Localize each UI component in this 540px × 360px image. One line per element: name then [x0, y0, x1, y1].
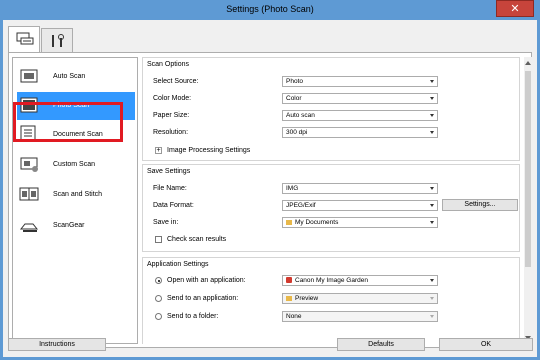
scroll-up-arrow-icon[interactable] [525, 61, 531, 65]
scan-mode-list: Auto Scan Photo Scan Document Scan Custo… [12, 57, 138, 344]
instructions-button[interactable]: Instructions [8, 338, 106, 351]
open-with-application-dropdown[interactable]: Canon My Image Garden [282, 275, 438, 286]
select-source-value: Photo [286, 78, 303, 85]
sidebar-item-scan-and-stitch[interactable]: Scan and Stitch [17, 181, 135, 209]
save-settings-section: Save Settings File Name: IMG Data Format… [142, 164, 520, 252]
send-to-folder-label: Send to a folder: [167, 313, 219, 320]
tab-bar [3, 20, 537, 53]
close-button[interactable]: ✕ [496, 0, 534, 17]
color-mode-dropdown[interactable]: Color [282, 93, 438, 104]
chevron-down-icon [430, 187, 434, 190]
scangear-icon [19, 223, 39, 232]
settings-content: Scan Options Select Source: Photo Color … [142, 57, 522, 344]
scan-settings-icon [16, 32, 34, 45]
sidebar-item-label: ScanGear [53, 222, 85, 229]
sidebar-item-label: Auto Scan [53, 73, 86, 80]
resolution-label: Resolution: [153, 129, 189, 136]
chevron-down-icon [430, 114, 434, 117]
select-source-label: Select Source: [153, 78, 199, 85]
folder-icon [286, 219, 292, 225]
save-in-dropdown[interactable]: My Documents [282, 217, 438, 228]
general-settings-tools-icon [52, 34, 64, 47]
custom-scan-icon [20, 157, 38, 172]
save-in-value: My Documents [295, 219, 339, 226]
file-name-value: IMG [286, 185, 299, 192]
settings-window: Settings (Photo Scan) ✕ Auto Scan Photo … [0, 0, 540, 360]
scan-options-section: Scan Options Select Source: Photo Color … [142, 57, 520, 161]
open-with-application-radio[interactable] [155, 277, 162, 284]
color-mode-value: Color [286, 95, 302, 102]
data-format-label: Data Format: [153, 202, 194, 209]
sidebar-item-scangear[interactable]: ScanGear [17, 212, 135, 240]
settings-panel: Auto Scan Photo Scan Document Scan Custo… [8, 52, 532, 348]
check-scan-results-label: Check scan results [167, 236, 227, 243]
save-in-label: Save in: [153, 219, 179, 226]
paper-size-dropdown[interactable]: Auto scan [282, 110, 438, 121]
photo-scan-highlight-box [13, 102, 123, 142]
chevron-down-icon [430, 80, 434, 83]
open-with-application-label: Open with an application: [167, 277, 246, 284]
auto-scan-icon [20, 69, 38, 83]
resolution-value: 300 dpi [286, 129, 308, 136]
chevron-down-icon [430, 279, 434, 282]
chevron-down-icon [430, 221, 434, 224]
data-format-value: JPEG/Exif [286, 202, 316, 209]
chevron-down-icon [430, 315, 434, 318]
color-mode-label: Color Mode: [153, 95, 192, 102]
select-source-dropdown[interactable]: Photo [282, 76, 438, 87]
application-settings-section: Application Settings Open with an applic… [142, 257, 520, 344]
chevron-down-icon [430, 204, 434, 207]
data-format-dropdown[interactable]: JPEG/Exif [282, 200, 438, 211]
sidebar-item-label: Custom Scan [53, 161, 96, 168]
expand-image-processing-button[interactable]: + [155, 147, 162, 154]
paper-size-label: Paper Size: [153, 112, 190, 119]
window-client: Auto Scan Photo Scan Document Scan Custo… [3, 20, 537, 357]
tab-general-settings[interactable] [41, 28, 73, 52]
section-title: Save Settings [147, 168, 191, 175]
send-to-folder-dropdown[interactable]: None [282, 311, 438, 322]
chevron-down-icon [430, 97, 434, 100]
chevron-down-icon [430, 131, 434, 134]
section-title: Scan Options [147, 61, 190, 68]
resolution-dropdown[interactable]: 300 dpi [282, 127, 438, 138]
vertical-scrollbar[interactable] [524, 57, 532, 344]
sidebar-item-custom-scan[interactable]: Custom Scan [17, 151, 135, 179]
send-to-application-value: Preview [295, 295, 319, 302]
sidebar-item-auto-scan[interactable]: Auto Scan [17, 63, 135, 91]
image-processing-settings-label[interactable]: Image Processing Settings [167, 147, 250, 154]
scan-and-stitch-icon [19, 187, 39, 201]
send-to-folder-radio[interactable] [155, 313, 162, 320]
chevron-down-icon [430, 297, 434, 300]
ok-button[interactable]: OK [439, 338, 533, 351]
data-format-settings-button[interactable]: Settings... [442, 199, 518, 211]
defaults-button[interactable]: Defaults [337, 338, 425, 351]
paper-size-value: Auto scan [286, 112, 315, 119]
send-to-folder-value: None [286, 313, 302, 320]
canon-app-icon [286, 277, 292, 284]
check-scan-results-checkbox[interactable] [155, 236, 162, 243]
footer-bar: Instructions Defaults OK [3, 338, 537, 357]
send-to-application-dropdown[interactable]: Preview [282, 293, 438, 304]
send-to-application-radio[interactable] [155, 295, 162, 302]
file-name-label: File Name: [153, 185, 187, 192]
open-with-application-value: Canon My Image Garden [295, 277, 368, 284]
file-name-input[interactable]: IMG [282, 183, 438, 194]
scrollbar-thumb[interactable] [525, 71, 531, 267]
send-to-application-label: Send to an application: [167, 295, 239, 302]
window-title: Settings (Photo Scan) [226, 4, 314, 14]
sidebar-item-label: Scan and Stitch [53, 191, 103, 198]
section-title: Application Settings [147, 261, 209, 268]
preview-app-icon [286, 295, 292, 301]
tab-scan-settings[interactable] [8, 26, 40, 53]
